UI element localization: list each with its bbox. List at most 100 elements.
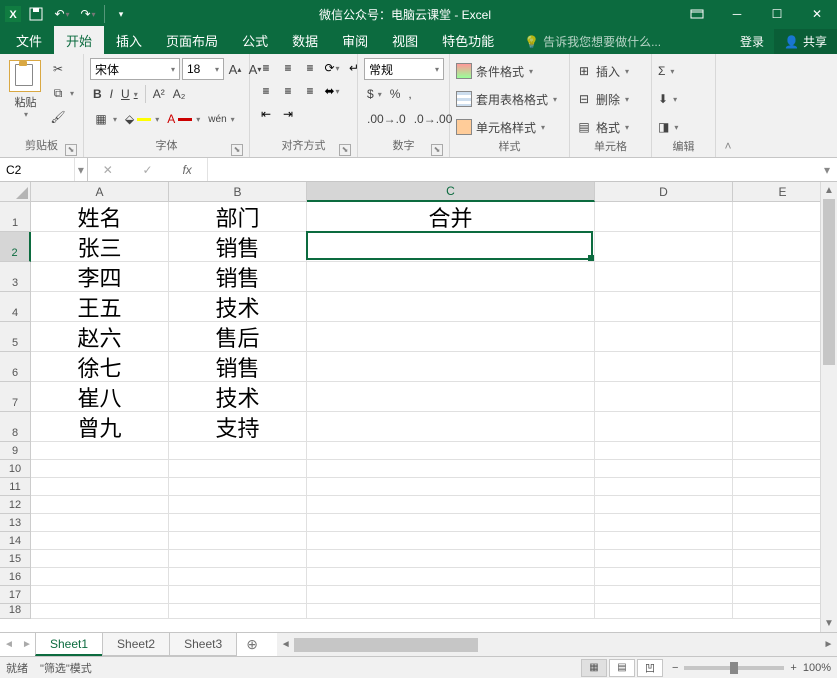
cell-grid[interactable]: 姓名部门合并张三销售李四销售王五技术赵六售后徐七销售崔八技术曾九支持 bbox=[31, 202, 837, 632]
cell-A15[interactable] bbox=[31, 550, 169, 568]
font-size-combo[interactable]: 18▾ bbox=[182, 58, 224, 80]
cell-D17[interactable] bbox=[595, 586, 733, 604]
undo-button[interactable]: ↶▾ bbox=[50, 3, 74, 25]
name-box[interactable]: ▾ bbox=[0, 158, 88, 181]
ribbon-tab-页面布局[interactable]: 页面布局 bbox=[154, 26, 230, 54]
cell-E15[interactable] bbox=[733, 550, 833, 568]
borders-button[interactable]: ▦▾ bbox=[90, 108, 120, 130]
row-header-17[interactable]: 17 bbox=[0, 586, 31, 604]
cell-B11[interactable] bbox=[169, 478, 307, 496]
cell-C5[interactable] bbox=[307, 322, 595, 352]
cell-C4[interactable] bbox=[307, 292, 595, 322]
cell-A1[interactable]: 姓名 bbox=[31, 202, 169, 232]
cell-B3[interactable]: 销售 bbox=[169, 262, 307, 292]
cell-A13[interactable] bbox=[31, 514, 169, 532]
cell-D9[interactable] bbox=[595, 442, 733, 460]
tell-me-box[interactable]: 💡告诉我您想要做什么... bbox=[516, 29, 669, 54]
scroll-down-button[interactable]: ▼ bbox=[821, 615, 837, 632]
cell-B9[interactable] bbox=[169, 442, 307, 460]
comma-button[interactable]: , bbox=[405, 83, 414, 105]
minimize-button[interactable]: ─ bbox=[717, 0, 757, 28]
cell-C18[interactable] bbox=[307, 604, 595, 619]
autosum-button[interactable]: Σ▾ bbox=[658, 58, 674, 84]
signin-button[interactable]: 登录 bbox=[730, 29, 774, 54]
delete-cells-button[interactable]: ⊟删除▾ bbox=[576, 86, 629, 112]
row-header-2[interactable]: 2 bbox=[0, 232, 31, 262]
col-header-B[interactable]: B bbox=[169, 182, 307, 201]
cell-C13[interactable] bbox=[307, 514, 595, 532]
row-header-8[interactable]: 8 bbox=[0, 412, 31, 442]
row-header-10[interactable]: 10 bbox=[0, 460, 31, 478]
copy-button[interactable]: ⧉▾ bbox=[47, 82, 77, 104]
share-button[interactable]: 👤共享 bbox=[774, 29, 837, 54]
align-dialog-launcher[interactable]: ⬊ bbox=[339, 144, 351, 156]
format-cells-button[interactable]: ▤格式▾ bbox=[576, 114, 629, 140]
cell-B6[interactable]: 销售 bbox=[169, 352, 307, 382]
col-header-E[interactable]: E bbox=[733, 182, 833, 201]
cell-C2[interactable] bbox=[307, 232, 595, 262]
align-top-button[interactable]: ≡ bbox=[256, 58, 276, 78]
cell-B18[interactable] bbox=[169, 604, 307, 619]
formula-input[interactable] bbox=[208, 158, 817, 181]
cell-C16[interactable] bbox=[307, 568, 595, 586]
redo-button[interactable]: ↷▾ bbox=[76, 3, 100, 25]
superscript-button[interactable]: A² bbox=[150, 83, 168, 105]
confirm-edit-button[interactable]: ✓ bbox=[135, 163, 159, 177]
font-name-combo[interactable]: 宋体▾ bbox=[90, 58, 180, 80]
table-format-button[interactable]: 套用表格格式▾ bbox=[456, 86, 557, 112]
cell-C11[interactable] bbox=[307, 478, 595, 496]
ribbon-tab-公式[interactable]: 公式 bbox=[230, 26, 280, 54]
cell-A11[interactable] bbox=[31, 478, 169, 496]
cell-C14[interactable] bbox=[307, 532, 595, 550]
cell-B10[interactable] bbox=[169, 460, 307, 478]
cell-C10[interactable] bbox=[307, 460, 595, 478]
cell-D4[interactable] bbox=[595, 292, 733, 322]
name-box-dropdown[interactable]: ▾ bbox=[74, 158, 87, 181]
expand-formula-button[interactable]: ▾ bbox=[817, 158, 837, 181]
row-header-6[interactable]: 6 bbox=[0, 352, 31, 382]
cell-A10[interactable] bbox=[31, 460, 169, 478]
cell-A6[interactable]: 徐七 bbox=[31, 352, 169, 382]
ribbon-tab-插入[interactable]: 插入 bbox=[104, 26, 154, 54]
cell-A7[interactable]: 崔八 bbox=[31, 382, 169, 412]
row-header-5[interactable]: 5 bbox=[0, 322, 31, 352]
row-header-7[interactable]: 7 bbox=[0, 382, 31, 412]
cell-E12[interactable] bbox=[733, 496, 833, 514]
zoom-value[interactable]: 100% bbox=[803, 662, 831, 674]
clear-button[interactable]: ◨▾ bbox=[658, 114, 678, 140]
increase-decimal-button[interactable]: .00→.0 bbox=[364, 108, 409, 130]
cell-A12[interactable] bbox=[31, 496, 169, 514]
cell-D3[interactable] bbox=[595, 262, 733, 292]
row-header-12[interactable]: 12 bbox=[0, 496, 31, 514]
cell-D11[interactable] bbox=[595, 478, 733, 496]
cell-styles-button[interactable]: 单元格样式▾ bbox=[456, 114, 545, 140]
cell-A18[interactable] bbox=[31, 604, 169, 619]
name-box-input[interactable] bbox=[0, 158, 74, 181]
row-header-13[interactable]: 13 bbox=[0, 514, 31, 532]
cell-E7[interactable] bbox=[733, 382, 833, 412]
cell-E5[interactable] bbox=[733, 322, 833, 352]
orientation-button[interactable]: ⟳▾ bbox=[322, 58, 342, 78]
row-header-18[interactable]: 18 bbox=[0, 604, 31, 619]
cell-E1[interactable] bbox=[733, 202, 833, 232]
cell-D13[interactable] bbox=[595, 514, 733, 532]
decrease-indent-button[interactable]: ⇤ bbox=[256, 104, 276, 124]
cell-E3[interactable] bbox=[733, 262, 833, 292]
align-bottom-button[interactable]: ≡ bbox=[300, 58, 320, 78]
sheet-tab-Sheet3[interactable]: Sheet3 bbox=[169, 633, 237, 656]
accounting-format-button[interactable]: $▾ bbox=[364, 83, 385, 105]
font-color-button[interactable]: A▾ bbox=[164, 108, 203, 130]
cell-D2[interactable] bbox=[595, 232, 733, 262]
cell-B7[interactable]: 技术 bbox=[169, 382, 307, 412]
format-painter-button[interactable]: 🖌 bbox=[47, 106, 77, 128]
fill-button[interactable]: ⬇▾ bbox=[658, 86, 677, 112]
cell-C12[interactable] bbox=[307, 496, 595, 514]
zoom-out-button[interactable]: − bbox=[672, 662, 678, 674]
ribbon-tab-数据[interactable]: 数据 bbox=[280, 26, 330, 54]
cut-button[interactable]: ✂ bbox=[47, 58, 77, 80]
align-center-button[interactable]: ≡ bbox=[278, 81, 298, 101]
hscroll-thumb[interactable] bbox=[294, 638, 478, 652]
save-button[interactable] bbox=[24, 3, 48, 25]
clipboard-dialog-launcher[interactable]: ⬊ bbox=[65, 144, 77, 156]
increase-indent-button[interactable]: ⇥ bbox=[278, 104, 298, 124]
